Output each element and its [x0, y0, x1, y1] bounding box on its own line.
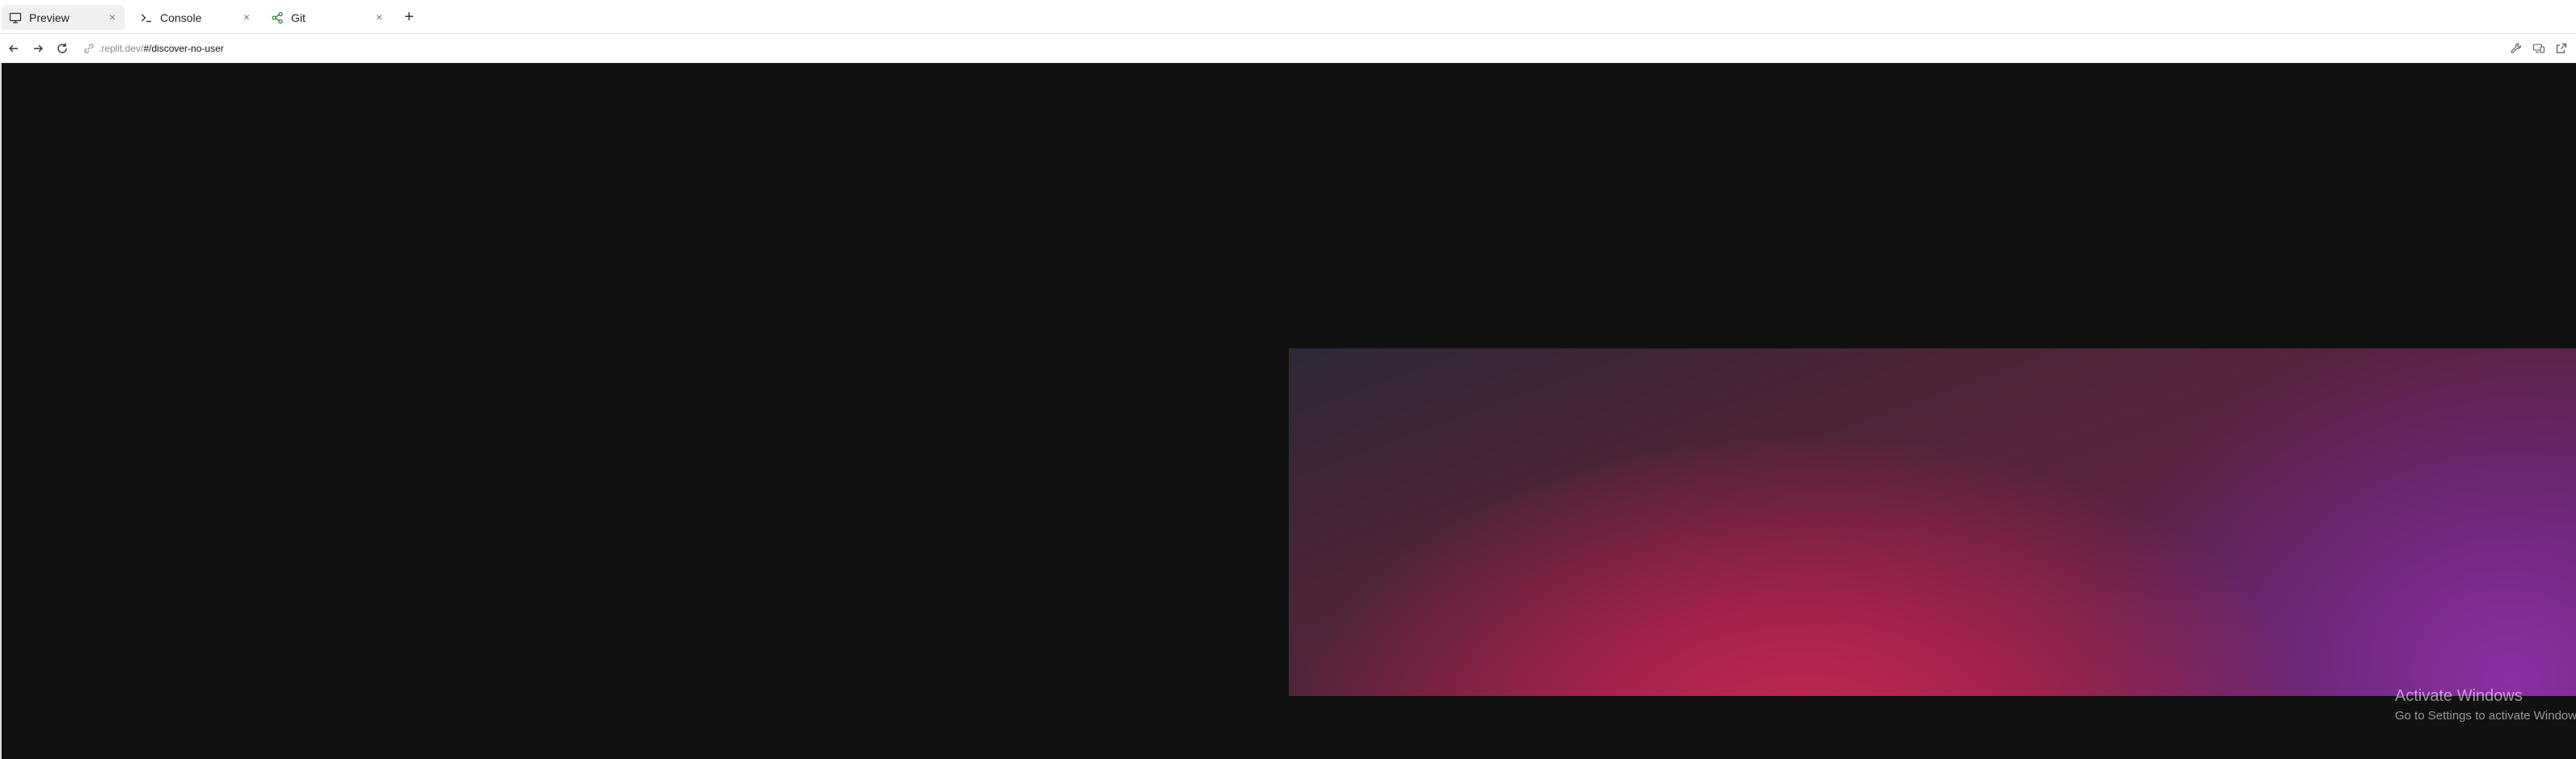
monitor-icon — [6, 9, 24, 27]
activate-windows-watermark: Activate Windows Go to Settings to activ… — [2395, 687, 2576, 723]
watermark-title: Activate Windows — [2395, 687, 2523, 705]
arrow-left-icon — [9, 44, 18, 52]
close-icon[interactable]: × — [239, 10, 254, 24]
git-branch-icon — [268, 9, 286, 27]
tab-label: Console — [160, 11, 202, 24]
responsive-button[interactable] — [2529, 39, 2549, 58]
tab-git[interactable]: Git × — [264, 5, 391, 30]
close-icon[interactable]: × — [372, 10, 386, 24]
watermark-subtitle: Go to Settings to activate Windows. — [2395, 709, 2576, 723]
terminal-icon — [137, 9, 155, 27]
wrench-icon — [2511, 43, 2522, 53]
reload-icon — [57, 43, 67, 53]
arrow-right-icon — [34, 44, 43, 52]
close-icon[interactable]: × — [105, 10, 120, 24]
url-path: #/discover-no-user — [143, 42, 224, 54]
url-field[interactable]: .replit.dev/ #/discover-no-user — [82, 39, 224, 58]
external-link-icon — [2556, 43, 2567, 53]
tab-label: Preview — [29, 11, 70, 24]
address-actions — [2506, 39, 2571, 58]
tab-bar: Preview × Console × Git × + — [0, 0, 2576, 34]
reload-button[interactable] — [52, 38, 73, 59]
url-host: .replit.dev/ — [99, 42, 144, 54]
forward-button[interactable] — [27, 38, 49, 59]
link-icon — [84, 43, 94, 53]
back-button[interactable] — [3, 38, 24, 59]
tab-console[interactable]: Console × — [133, 5, 259, 30]
tab-preview[interactable]: Preview × — [2, 5, 125, 30]
desktop-wallpaper — [1289, 348, 2576, 696]
devices-icon — [2532, 44, 2545, 53]
tab-label: Git — [291, 11, 306, 24]
address-bar: .replit.dev/ #/discover-no-user — [0, 34, 2576, 63]
open-new-window-button[interactable] — [2552, 39, 2571, 58]
devtools-button[interactable] — [2506, 39, 2526, 58]
new-tab-button[interactable]: + — [399, 7, 419, 27]
